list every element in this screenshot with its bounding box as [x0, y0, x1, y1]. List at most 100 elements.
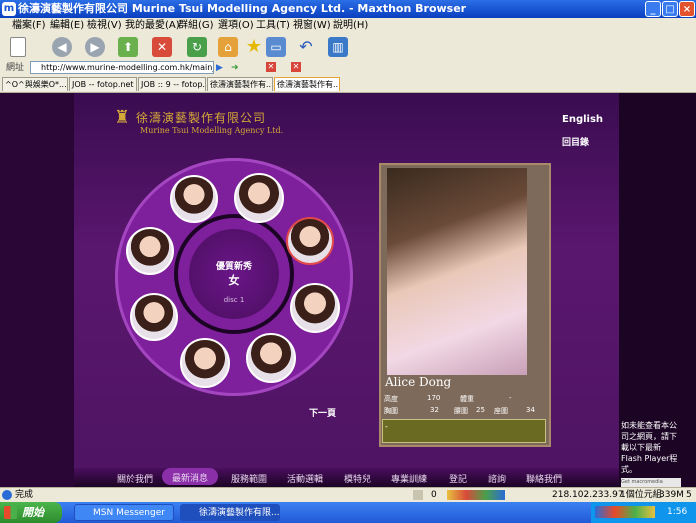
model-thumb-4[interactable]	[290, 283, 340, 333]
tower-logo-icon: ♜	[114, 107, 131, 128]
nav-about[interactable]: 關於我們	[117, 472, 153, 485]
model-thumb-6[interactable]	[180, 338, 230, 388]
address-input[interactable]: http://www.murine-modelling.com.hk/main_…	[30, 61, 214, 74]
menu-window[interactable]: 視窗(W)	[293, 18, 331, 33]
flash-notice: 如未能查看本公司之網頁，請下載以下最新 Flash Player程式。	[621, 421, 678, 474]
windows-logo-icon	[4, 506, 17, 519]
forward-icon[interactable]: ▶	[85, 37, 105, 57]
menu-options[interactable]: 選項(O)	[218, 18, 254, 33]
model-photo	[387, 168, 527, 375]
back-to-index-link[interactable]: 回目錄	[562, 135, 589, 148]
stat-weight-value: -	[509, 394, 512, 402]
wheel-subtitle: 女	[228, 274, 240, 287]
address-label: 網址	[6, 63, 25, 73]
new-page-icon[interactable]	[10, 37, 26, 57]
menu-view[interactable]: 檢視(V)	[87, 18, 122, 33]
nav-training[interactable]: 專業訓練	[391, 472, 427, 485]
taskbar-msn[interactable]: MSN Messenger	[74, 504, 174, 521]
menu-bar: 檔案(F) 編輯(E) 檢視(V) 我的最愛(A) 群組(G) 選項(O) 工具…	[0, 18, 696, 33]
model-thumb-3[interactable]	[286, 217, 334, 265]
status-bar: 完成 0 218.102.233.97 1個位元組 339M 5	[0, 487, 696, 503]
menu-edit[interactable]: 編輯(E)	[50, 18, 84, 33]
status-mode: 1個位元組	[620, 490, 662, 500]
menu-favorites[interactable]: 我的最愛(A)	[125, 18, 180, 33]
nav-services[interactable]: 服務範圍	[231, 472, 267, 485]
title-bar: m 徐濤演藝製作有限公司 Murine Tsui Modelling Agenc…	[0, 0, 696, 18]
menu-groups[interactable]: 群組(G)	[178, 18, 214, 33]
address-bar: 網址 http://www.murine-modelling.com.hk/ma…	[0, 60, 696, 76]
status-text: 完成	[15, 490, 34, 500]
logo-english: Murine Tsui Modelling Agency Ltd.	[140, 126, 284, 135]
model-thumb-7[interactable]	[130, 293, 178, 341]
up-icon[interactable]: ⬆	[118, 37, 138, 57]
stat-bust-value: 32	[430, 406, 439, 414]
start-button[interactable]: 開始	[0, 502, 62, 523]
menu-file[interactable]: 檔案(F)	[12, 18, 46, 33]
model-thumb-2[interactable]	[234, 173, 284, 223]
tab-3[interactable]: JOB :: 9 -- fotop.ne...	[138, 77, 206, 91]
next-page-link[interactable]: 下一頁	[309, 406, 336, 419]
minimize-button[interactable]: _	[645, 1, 661, 17]
wheel-title: 優質新秀	[215, 262, 252, 272]
stat-hip-value: 34	[526, 406, 535, 414]
system-tray: 1:56	[591, 502, 696, 523]
tab-5-active[interactable]: 徐濤演藝製作有...	[274, 77, 340, 91]
nav-enquiry[interactable]: 諮詢	[488, 472, 506, 485]
status-count: 0	[431, 490, 437, 500]
toolbar: ◀ ▶ ⬆ ✕ ↻ ⌂ ★ ▭ ↶ ▥	[0, 33, 696, 61]
go-arrow-icon[interactable]: ➜	[231, 60, 239, 76]
stat-hip-label: 座圍	[494, 407, 508, 415]
status-tool-icons[interactable]	[447, 490, 505, 500]
close-all-icon[interactable]: ✕	[266, 62, 276, 72]
nav-contact[interactable]: 聯絡我們	[526, 472, 562, 485]
info-box: -	[382, 419, 546, 443]
nav-register[interactable]: 登記	[449, 472, 467, 485]
nav-events[interactable]: 活動選輯	[287, 472, 323, 485]
home-icon[interactable]: ⌂	[218, 37, 238, 57]
maximize-button[interactable]: □	[662, 1, 678, 17]
tab-bar: ^O^與娛樂O*... JOB -- fotop.net p... JOB ::…	[0, 76, 696, 93]
nav-news[interactable]: 最新消息	[162, 468, 219, 485]
logo-chinese: 徐濤演藝製作有限公司	[136, 111, 267, 125]
tab-1[interactable]: ^O^與娛樂O*...	[2, 77, 68, 91]
model-thumb-5[interactable]	[246, 333, 296, 383]
screen-icon[interactable]: ▭	[266, 37, 286, 57]
stat-waist-value: 25	[476, 406, 485, 414]
flash-badge[interactable]: Get macromedia	[621, 478, 681, 487]
model-thumb-1[interactable]	[170, 175, 218, 223]
model-thumb-8[interactable]	[126, 227, 174, 275]
undo-icon[interactable]: ↶	[296, 37, 316, 57]
tray-icons[interactable]	[595, 506, 655, 518]
site-panel: ♜ 徐濤演藝製作有限公司 Murine Tsui Modelling Agenc…	[74, 93, 656, 487]
favorites-star-icon[interactable]: ★	[244, 37, 264, 57]
taskbar-browser[interactable]: 徐濤演藝製作有限...	[180, 504, 280, 521]
go-icon[interactable]: ▶	[216, 60, 223, 76]
status-page-icon	[413, 490, 423, 500]
menu-help[interactable]: 說明(H)	[333, 18, 368, 33]
refresh-icon[interactable]: ↻	[187, 37, 207, 57]
stat-waist-label: 腰圍	[454, 407, 468, 415]
model-stats: 高度 170 體重 - 胸圍 32 腰圍 25 座圍 34	[384, 394, 548, 416]
status-memory: 339M	[659, 490, 684, 500]
tab-2[interactable]: JOB -- fotop.net p...	[69, 77, 137, 91]
right-strip: 如未能查看本公司之網頁，請下載以下最新 Flash Player程式。 Get …	[619, 93, 696, 487]
clock: 1:56	[667, 507, 688, 517]
tab-4[interactable]: 徐濤演藝製作有...	[207, 77, 273, 91]
stat-weight-label: 體重	[460, 395, 474, 403]
columns-icon[interactable]: ▥	[328, 37, 348, 57]
taskbar: 開始 MSN Messenger 徐濤演藝製作有限... 1:56	[0, 502, 696, 523]
status-ip: 218.102.233.97	[552, 490, 624, 500]
page-content: ♜ 徐濤演藝製作有限公司 Murine Tsui Modelling Agenc…	[0, 93, 696, 487]
menu-tools[interactable]: 工具(T)	[256, 18, 290, 33]
maxthon-icon: m	[2, 2, 16, 16]
english-link[interactable]: English	[562, 114, 603, 125]
wheel-disc: disc 1	[223, 296, 245, 304]
stop-icon[interactable]: ✕	[152, 37, 172, 57]
model-name: Alice Dong	[385, 375, 452, 389]
stat-height-label: 高度	[384, 395, 398, 403]
window-title: 徐濤演藝製作有限公司 Murine Tsui Modelling Agency …	[18, 2, 467, 15]
close-tab-icon[interactable]: ✕	[291, 62, 301, 72]
close-button[interactable]: ×	[679, 1, 695, 17]
nav-models[interactable]: 模特兒	[344, 472, 371, 485]
back-icon[interactable]: ◀	[52, 37, 72, 57]
